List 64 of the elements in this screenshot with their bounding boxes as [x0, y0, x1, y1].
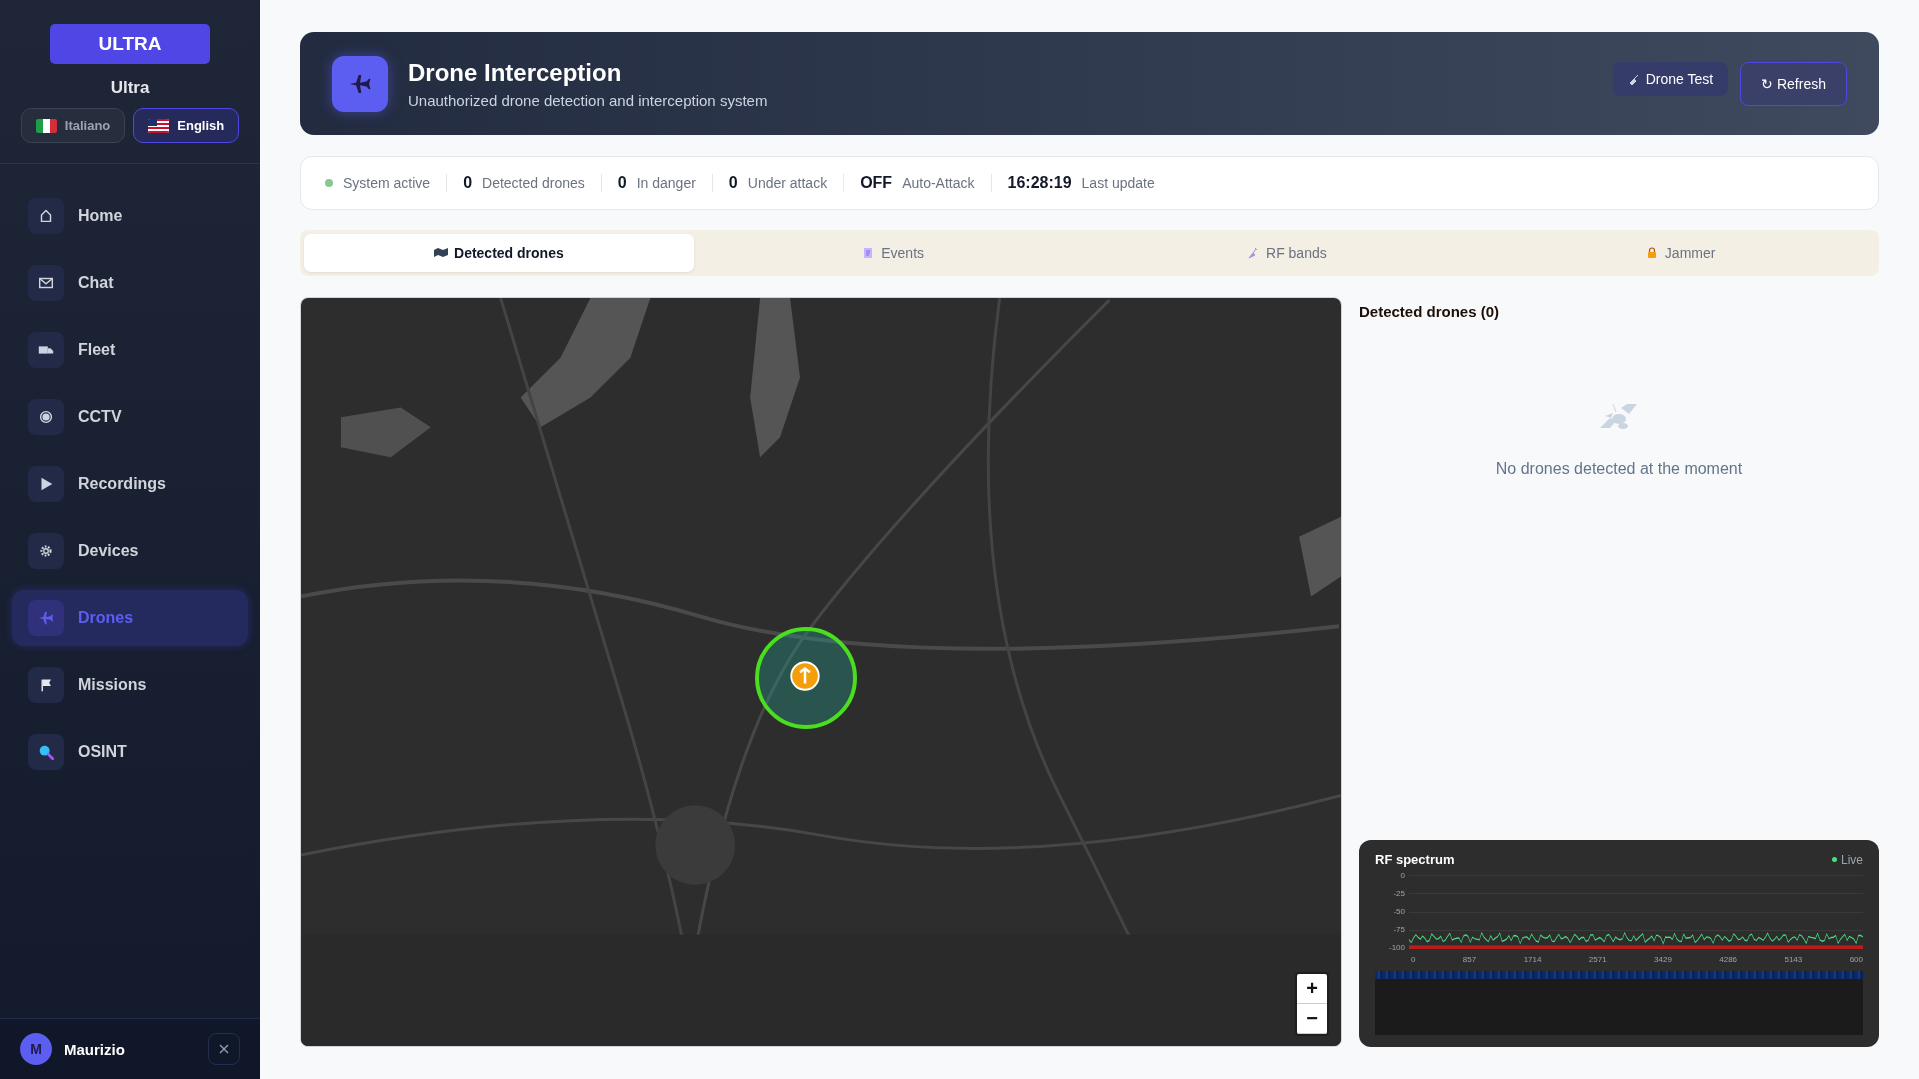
refresh-button[interactable]: ↻ Refresh: [1740, 61, 1847, 106]
axis-tick: 0: [1400, 871, 1405, 881]
logo: ULTRA: [50, 24, 210, 64]
tab[interactable]: RF bands: [1091, 234, 1482, 272]
flag-icon: [148, 118, 170, 133]
axis-tick: 600: [1849, 955, 1863, 965]
drone-test-button[interactable]: Drone Test: [1612, 61, 1729, 96]
axis-tick: -50: [1393, 907, 1405, 917]
empty-message: No drones detected at the moment: [1495, 460, 1743, 478]
plane-icon: [332, 55, 388, 112]
nav-item[interactable]: Fleet: [12, 322, 248, 378]
nav-item[interactable]: Recordings: [12, 456, 248, 512]
tab[interactable]: Jammer: [1485, 234, 1875, 272]
status-label: Auto-Attack: [902, 175, 975, 191]
axis-tick: -75: [1393, 925, 1405, 935]
status-value: OFF: [860, 174, 893, 192]
status-value: 16:28:19: [1007, 174, 1072, 192]
nav-item[interactable]: Missions: [12, 657, 248, 713]
map-icon: [434, 247, 448, 259]
language-button[interactable]: English: [133, 108, 240, 143]
axis-tick: -25: [1393, 889, 1405, 899]
live-label: Live: [1841, 852, 1863, 867]
status-label: Detected drones: [482, 175, 585, 191]
axis-tick: 0: [1411, 955, 1416, 965]
close-icon: [218, 1043, 230, 1055]
user-avatar: M: [20, 1033, 52, 1065]
status-label: In danger: [636, 175, 696, 191]
status-label: System active: [343, 175, 431, 191]
card-title: RF spectrum: [1375, 852, 1455, 867]
camera-icon: [37, 408, 55, 426]
page-title: Drone Interception: [408, 58, 623, 87]
nav-item[interactable]: Home: [12, 188, 248, 244]
zoom-in-button[interactable]: +: [1297, 974, 1327, 1004]
axis-tick: 4286: [1719, 955, 1738, 965]
axis-tick: 1714: [1523, 955, 1542, 965]
panel-title: Detected drones (0): [1359, 303, 1501, 320]
status-value: 0: [617, 174, 627, 192]
user-name: Maurizio: [64, 1040, 126, 1058]
axis-tick: 5143: [1784, 955, 1803, 965]
nav-item[interactable]: Chat: [12, 255, 248, 311]
antenna-marker-icon: [790, 661, 820, 691]
live-dot: [1832, 857, 1837, 862]
brand-name: Ultra: [110, 78, 150, 98]
status-value: 0: [463, 174, 473, 192]
status-label: Under attack: [747, 175, 828, 191]
close-button[interactable]: [208, 1033, 240, 1065]
antenna-icon: [1246, 247, 1260, 259]
axis-tick: 857: [1462, 955, 1477, 965]
nav-item[interactable]: OSINT: [12, 724, 248, 780]
axis-tick: 2571: [1588, 955, 1607, 965]
gear-icon: [37, 542, 55, 560]
status-value: 0: [728, 174, 738, 192]
axis-tick: -100: [1389, 943, 1405, 953]
nav-item[interactable]: CCTV: [12, 389, 248, 445]
page-subtitle: Unauthorized drone detection and interception system: [408, 91, 769, 109]
flag-icon: [35, 118, 57, 133]
search-icon: [37, 743, 55, 761]
language-button[interactable]: Italiano: [20, 108, 126, 143]
axis-tick: 3429: [1654, 955, 1672, 965]
zoom-out-button[interactable]: −: [1297, 1004, 1327, 1034]
tab[interactable]: Events: [697, 234, 1088, 272]
status-label: Last update: [1081, 175, 1155, 191]
tab[interactable]: Detected drones: [304, 234, 694, 272]
nav-item[interactable]: Devices: [12, 523, 248, 579]
